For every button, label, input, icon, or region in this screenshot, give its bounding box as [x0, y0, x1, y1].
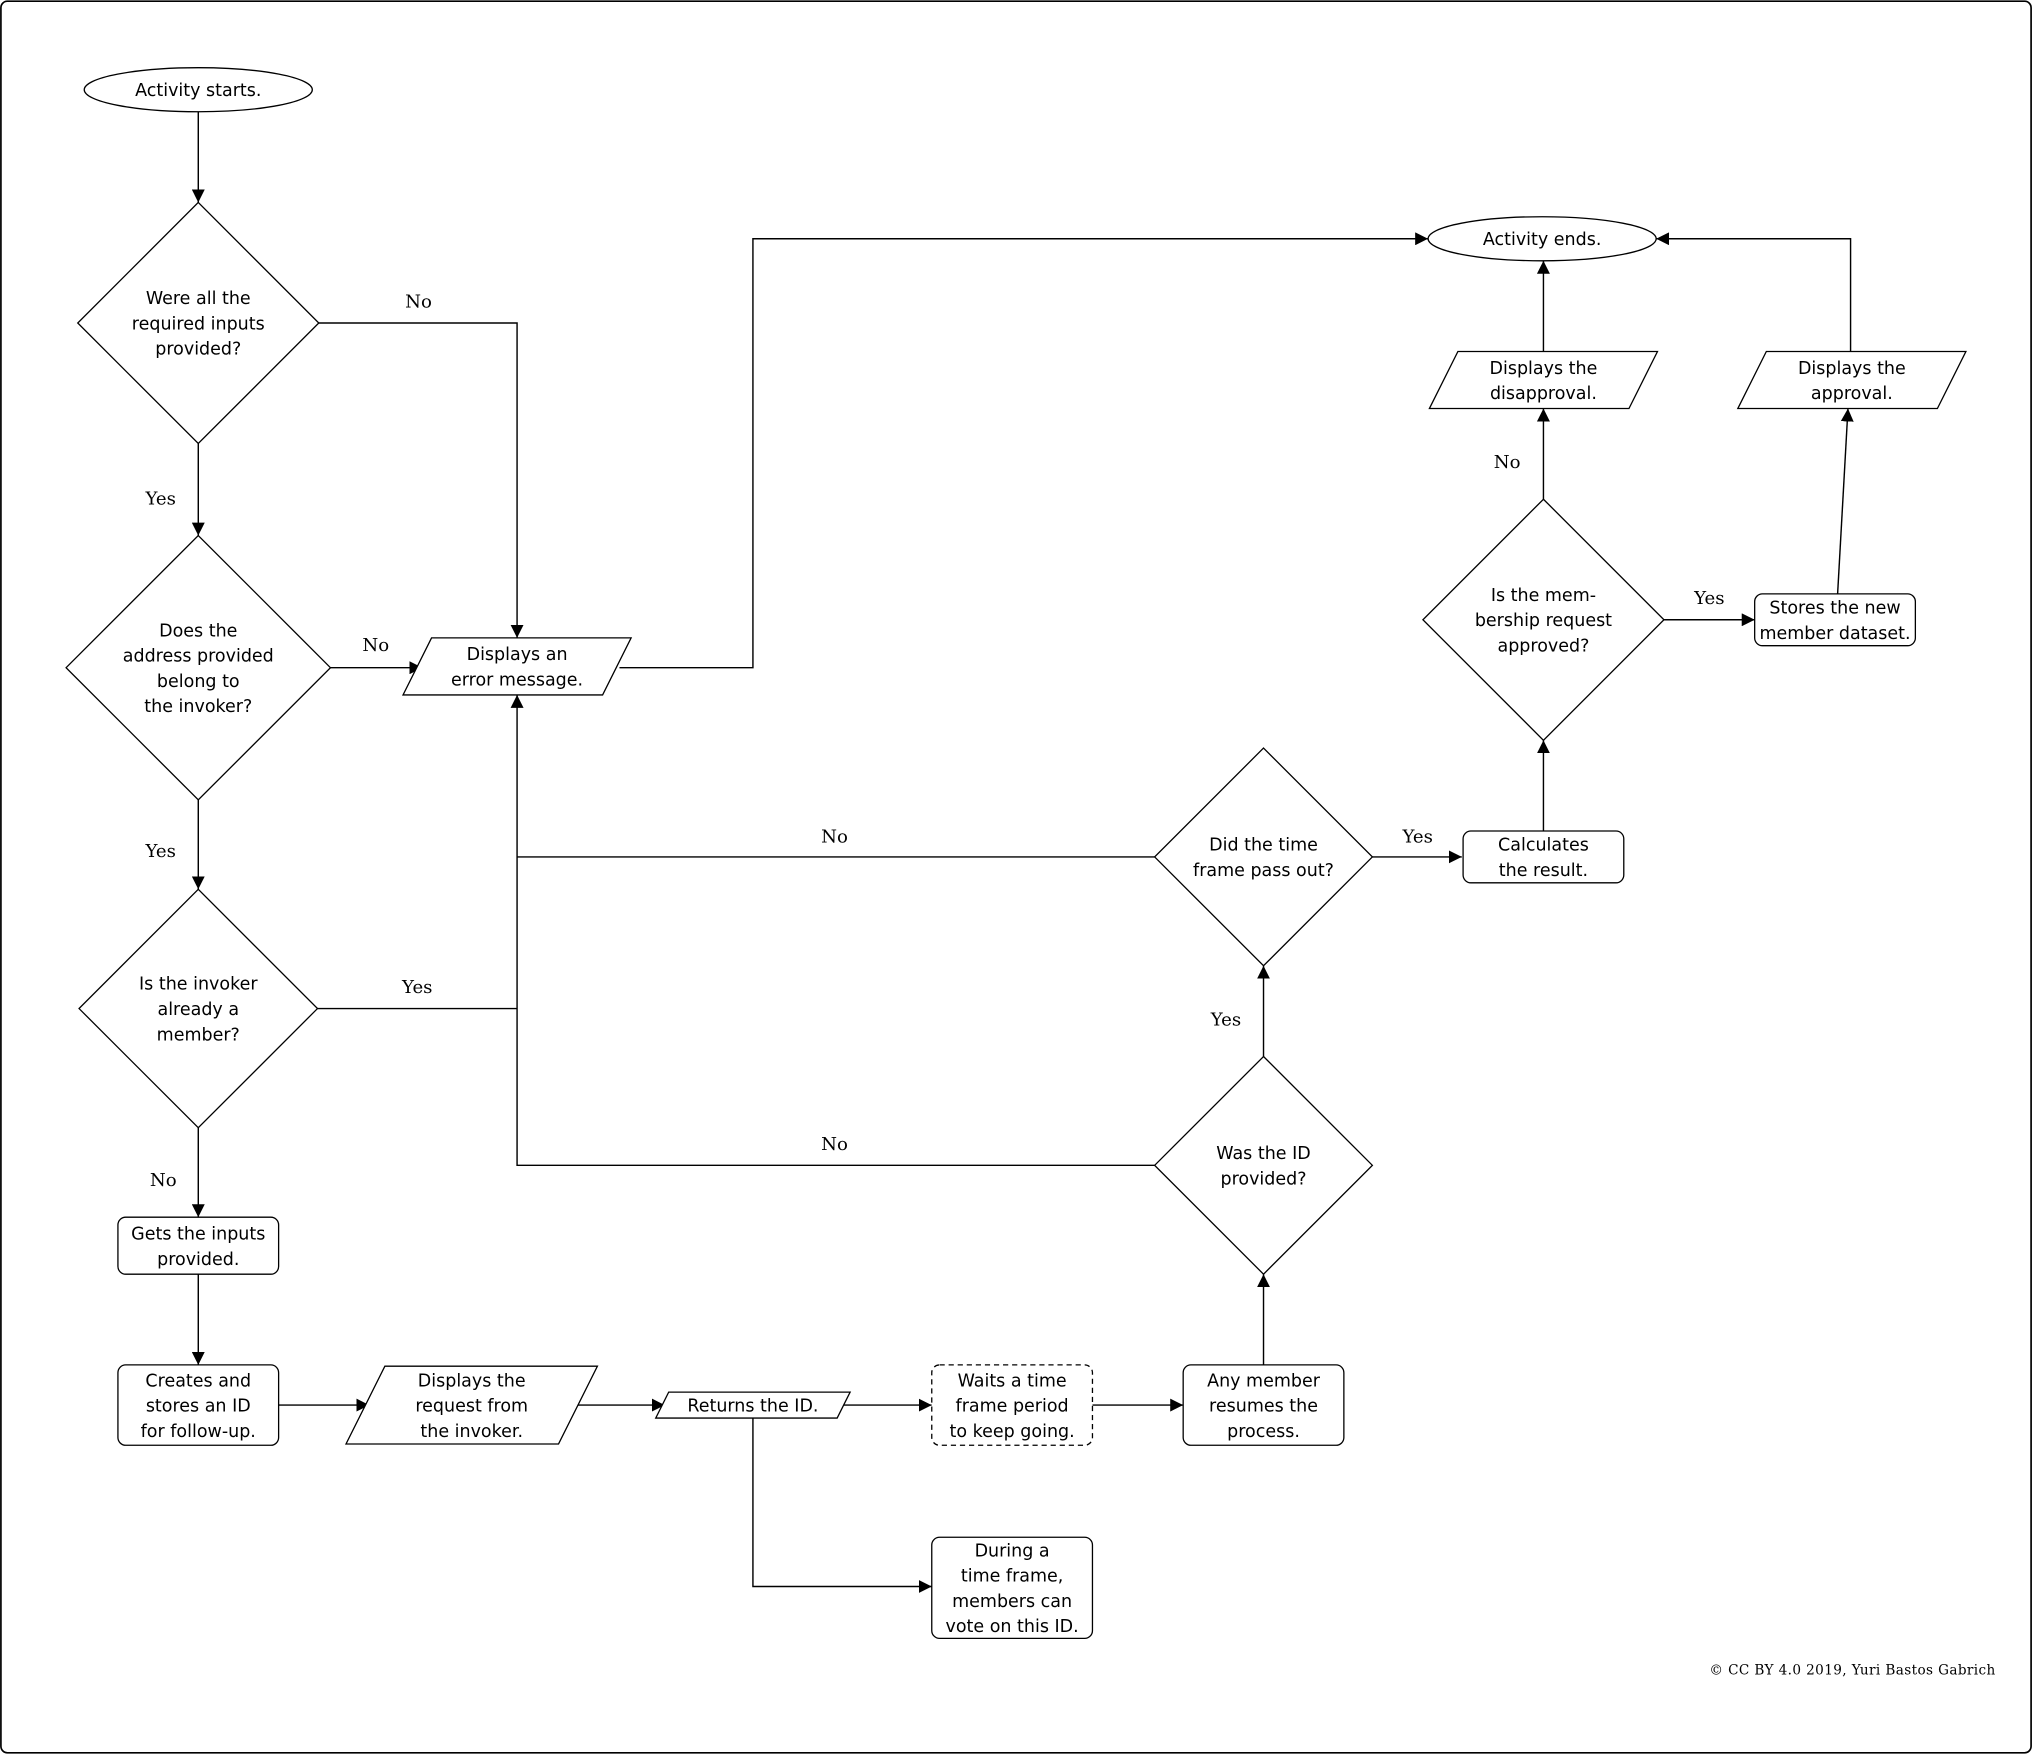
node-text-line: approval.	[1811, 384, 1893, 404]
node-vote: During a time frame, members can vote on th…	[931, 1536, 1094, 1639]
node-text-line: stores an ID	[146, 1397, 251, 1417]
edge-label-no: No	[821, 827, 848, 848]
node-text-line: approved?	[1497, 637, 1589, 657]
node-text-line: vote on this ID.	[946, 1617, 1079, 1637]
node-text-line: frame pass out?	[1193, 861, 1334, 881]
node-text-line: the invoker.	[420, 1422, 523, 1442]
node-text-line: time frame,	[961, 1567, 1063, 1587]
node-create-id: Creates and stores an ID for follow-up.	[117, 1364, 280, 1446]
edge-label-no: No	[821, 1134, 848, 1155]
edge-label-yes: Yes	[1402, 827, 1433, 848]
node-text-line: member?	[157, 1025, 240, 1045]
node-text-line: Were all the	[146, 289, 251, 309]
node-text-line: provided?	[155, 340, 241, 360]
node-text-line: Is the mem-	[1491, 586, 1596, 606]
node-text-line: frame period	[956, 1397, 1069, 1417]
node-text-line: Displays the	[418, 1371, 526, 1391]
node-text-line: Activity starts.	[135, 81, 261, 101]
edge-label-yes: Yes	[401, 977, 432, 998]
edge-label-yes: Yes	[1693, 588, 1724, 609]
edge-label-no: No	[1494, 452, 1521, 473]
node-text-line: Was the ID	[1216, 1144, 1310, 1164]
node-disapproval: Displays the disapproval.	[1428, 350, 1659, 410]
node-approval: Displays the approval.	[1736, 350, 1967, 410]
node-return-id: Returns the ID.	[654, 1391, 852, 1419]
edge-label-yes: Yes	[1210, 1009, 1241, 1030]
node-error: Displays an error message.	[401, 637, 633, 696]
node-text-line: Displays the	[1798, 359, 1906, 379]
node-text-line: request from	[415, 1397, 528, 1417]
node-store: Stores the new member dataset.	[1754, 593, 1917, 647]
node-wait: Waits a time frame period to keep going.	[931, 1364, 1094, 1446]
node-text-line: Displays the	[1490, 359, 1598, 379]
node-text-line: the result.	[1499, 861, 1588, 881]
node-text-line: Calculates	[1498, 836, 1589, 856]
node-text-line: for follow-up.	[141, 1422, 256, 1442]
node-text-line: process.	[1227, 1422, 1300, 1442]
node-text-line: Waits a time	[958, 1371, 1067, 1391]
node-text-line: Returns the ID.	[687, 1397, 818, 1417]
node-text-line: address provided	[123, 647, 274, 667]
node-text-line: members can	[952, 1592, 1072, 1612]
node-text-line: the invoker?	[144, 697, 252, 717]
node-text-line: provided?	[1220, 1169, 1306, 1189]
page-frame	[0, 0, 2032, 1754]
node-text-line: belong to	[157, 672, 240, 692]
node-text-line: During a	[975, 1541, 1050, 1561]
node-text-line: bership request	[1475, 611, 1612, 631]
node-text-line: Did the time	[1209, 836, 1318, 856]
node-text-line: error message.	[451, 671, 583, 691]
node-text-line: to keep going.	[950, 1422, 1075, 1442]
node-text-line: disapproval.	[1490, 384, 1597, 404]
node-text-line: Any member	[1207, 1371, 1321, 1391]
node-text-line: resumes the	[1209, 1397, 1318, 1417]
edge-label-yes: Yes	[144, 488, 175, 509]
edge-label-no: No	[150, 1170, 177, 1191]
node-text-line: member dataset.	[1759, 624, 1910, 644]
node-start: Activity starts.	[83, 67, 313, 113]
node-text-line: already a	[157, 1000, 239, 1020]
node-text-line: Stores the new	[1769, 599, 1900, 619]
node-resume: Any member resumes the process.	[1182, 1364, 1345, 1446]
node-text-line: Is the invoker	[139, 975, 258, 995]
node-calc: Calculates the result.	[1462, 830, 1625, 884]
node-text-line: Gets the inputs	[131, 1225, 265, 1245]
flowchart-canvas: Activity starts. Were all the required inp…	[0, 0, 2032, 1754]
edge-label-yes: Yes	[144, 841, 175, 862]
edge-label-no: No	[362, 635, 389, 656]
node-text-line: required inputs	[132, 314, 265, 334]
node-end: Activity ends.	[1427, 216, 1657, 262]
node-text-line: Activity ends.	[1483, 230, 1602, 250]
node-get-inputs: Gets the inputs provided.	[117, 1216, 280, 1275]
node-text-line: Does the	[159, 621, 237, 641]
copyright-credit: © CC BY 4.0 2019, Yuri Bastos Gabrich	[1709, 1663, 1995, 1679]
node-text-line: Displays an	[467, 645, 568, 665]
node-text-line: Creates and	[145, 1371, 251, 1391]
node-display-request: Displays the request from the invoker.	[344, 1365, 599, 1445]
node-text-line: provided.	[157, 1250, 239, 1270]
edge-label-no: No	[405, 291, 432, 312]
